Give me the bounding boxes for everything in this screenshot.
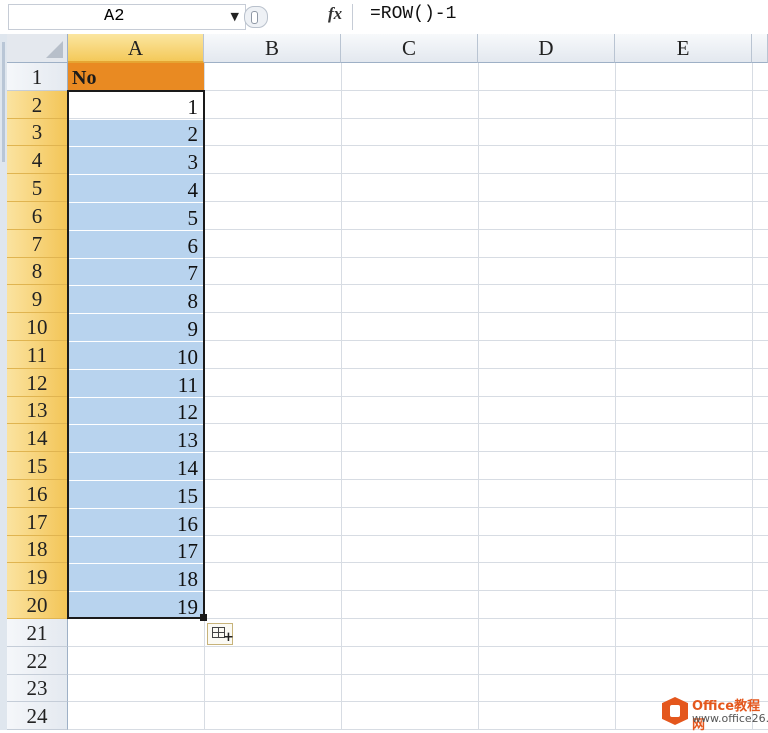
column-header-d[interactable]: D [478,34,615,63]
row-header-6[interactable]: 6 [7,202,68,230]
cell-a19[interactable]: 18 [69,564,203,591]
row-header-12[interactable]: 12 [7,369,68,397]
chevron-down-icon[interactable]: ▼ [231,10,239,23]
cell-a14[interactable]: 13 [69,425,203,452]
formula-input[interactable]: =ROW()-1 [370,4,456,24]
gridline-horizontal [68,646,768,647]
formula-bar-splitter-handle[interactable] [244,6,268,28]
row-header-5[interactable]: 5 [7,174,68,202]
row-header-11[interactable]: 11 [7,341,68,369]
name-box[interactable]: A2 ▼ [8,4,246,30]
formula-bar: A2 ▼ fx =ROW()-1 [0,0,768,35]
fill-handle[interactable] [200,614,207,621]
row-header-7[interactable]: 7 [7,230,68,258]
column-header-e[interactable]: E [615,34,752,63]
cell-a5[interactable]: 4 [69,175,203,202]
cell-a13[interactable]: 12 [69,398,203,424]
cell-a15[interactable]: 14 [69,453,203,480]
plus-icon: + [223,630,234,645]
formula-bar-divider [352,4,353,30]
row-header-9[interactable]: 9 [7,285,68,313]
cell-a1[interactable]: No [68,63,204,91]
select-all-button[interactable] [7,34,68,63]
row-header-13[interactable]: 13 [7,397,68,424]
office-logo-icon [662,697,688,725]
cell-a16[interactable]: 15 [69,481,203,508]
row-header-24[interactable]: 24 [7,702,68,730]
row-header-18[interactable]: 18 [7,536,68,563]
cell-a4[interactable]: 3 [69,147,203,174]
row-header-10[interactable]: 10 [7,313,68,341]
row-header-1[interactable]: 1 [7,63,68,91]
row-header-14[interactable]: 14 [7,424,68,452]
row-header-8[interactable]: 8 [7,258,68,285]
row-header-20[interactable]: 20 [7,591,68,619]
row-header-15[interactable]: 15 [7,452,68,480]
cell-a12[interactable]: 11 [69,370,203,397]
gridline-horizontal [68,674,768,675]
watermark: Office教程网 www.office26.com [660,695,768,733]
cell-a2[interactable]: 1 [69,92,203,119]
autofill-options-icon[interactable]: + [207,623,234,645]
row-header-22[interactable]: 22 [7,647,68,675]
cell-a11[interactable]: 10 [69,342,203,369]
row-header-23[interactable]: 23 [7,675,68,702]
cell-a8[interactable]: 7 [69,259,203,285]
row-header-4[interactable]: 4 [7,146,68,174]
cell-a3[interactable]: 2 [69,120,203,146]
row-header-21[interactable]: 21 [7,619,68,647]
cell-a7[interactable]: 6 [69,231,203,258]
name-box-value: A2 [104,7,125,26]
insert-function-button[interactable]: fx [328,4,342,24]
cell-a9[interactable]: 8 [69,286,203,313]
column-header-partial[interactable] [752,34,768,63]
cell-a6[interactable]: 5 [69,203,203,230]
left-pane-edge [0,34,7,730]
cell-a17[interactable]: 16 [69,509,203,536]
row-header-2[interactable]: 2 [7,91,68,119]
row-header-17[interactable]: 17 [7,508,68,536]
watermark-url: www.office26.com [692,712,768,725]
cell-a20[interactable]: 19 [69,592,203,619]
cell-a10[interactable]: 9 [69,314,203,341]
row-header-16[interactable]: 16 [7,480,68,508]
row-header-3[interactable]: 3 [7,119,68,146]
column-header-a[interactable]: A [68,34,204,63]
column-header-c[interactable]: C [341,34,478,63]
cell-a18[interactable]: 17 [69,537,203,563]
row-header-19[interactable]: 19 [7,563,68,591]
column-header-b[interactable]: B [204,34,341,63]
